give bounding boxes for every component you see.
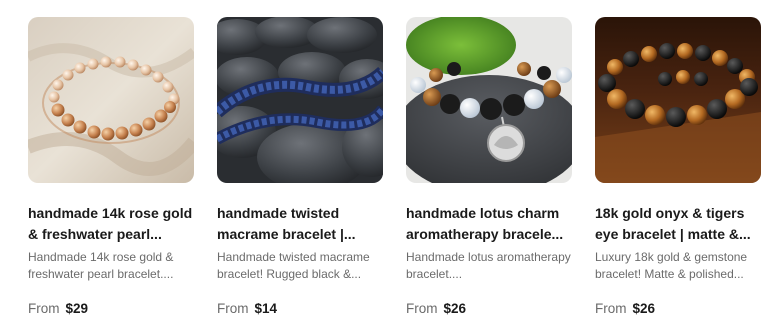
price-from-label: From <box>217 301 249 316</box>
product-price: $29 <box>65 301 89 316</box>
product-grid: handmade 14k rose gold & freshwater pear… <box>0 0 780 319</box>
product-title[interactable]: handmade 14k rose gold & freshwater pear… <box>28 203 194 245</box>
product-card[interactable]: handmade twisted macrame bracelet |... H… <box>217 17 383 318</box>
product-card[interactable]: 18k gold onyx & tigers eye bracelet | ma… <box>595 17 761 318</box>
product-title[interactable]: 18k gold onyx & tigers eye bracelet | ma… <box>595 203 761 245</box>
product-card[interactable]: handmade lotus charm aromatherapy bracel… <box>406 17 572 318</box>
price-from-label: From <box>595 301 627 316</box>
product-price: $26 <box>443 301 467 316</box>
product-title[interactable]: handmade twisted macrame bracelet |... <box>217 203 383 245</box>
product-description: Handmade 14k rose gold & freshwater pear… <box>28 250 174 281</box>
product-description: Luxury 18k gold & gemstone bracelet! Mat… <box>595 250 748 281</box>
product-price: $14 <box>254 301 278 316</box>
price-from-label: From <box>28 301 60 316</box>
product-description: Handmade twisted macrame bracelet! Rugge… <box>217 250 370 281</box>
product-description: Handmade lotus aromatherapy bracelet.... <box>406 250 571 281</box>
price-row: From $26 <box>406 300 572 318</box>
price-row: From $14 <box>217 300 383 318</box>
product-card[interactable]: handmade 14k rose gold & freshwater pear… <box>28 17 194 318</box>
product-image[interactable] <box>406 17 572 183</box>
price-row: From $29 <box>28 300 194 318</box>
price-row: From $26 <box>595 300 761 318</box>
product-title[interactable]: handmade lotus charm aromatherapy bracel… <box>406 203 572 245</box>
price-from-label: From <box>406 301 438 316</box>
product-price: $26 <box>632 301 656 316</box>
product-image[interactable] <box>28 17 194 183</box>
product-image[interactable] <box>217 17 383 183</box>
product-image[interactable] <box>595 17 761 183</box>
